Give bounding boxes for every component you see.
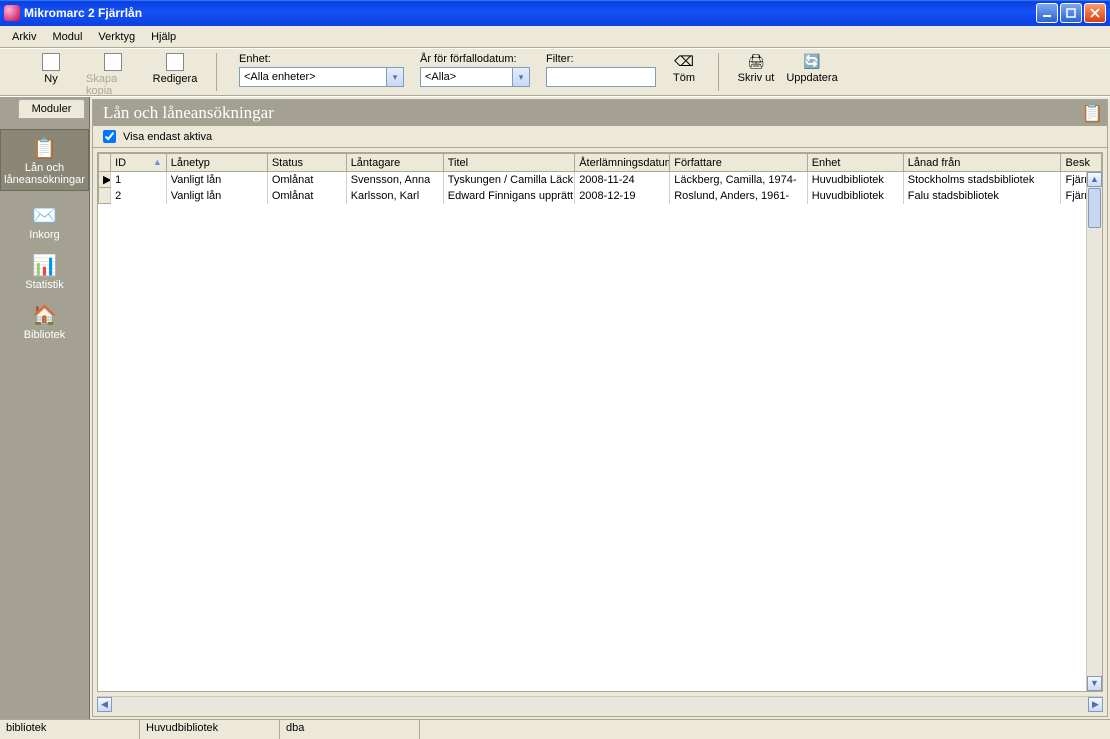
sidebar-item-loans[interactable]: 📋 Lån och låneansökningar <box>0 129 89 191</box>
active-only-label: Visa endast aktiva <box>123 131 212 143</box>
status-cell-3: dba <box>280 720 420 739</box>
chevron-down-icon[interactable]: ▾ <box>512 68 529 86</box>
row-marker-icon <box>99 188 111 204</box>
module-panel: Moduler 📋 Lån och låneansökningar ✉️ Ink… <box>0 97 90 719</box>
enhet-label: Enhet: <box>239 53 404 65</box>
refresh-button[interactable]: 🔄 Uppdatera <box>787 53 837 84</box>
row-marker-header <box>99 154 111 172</box>
col-forfattare[interactable]: Författare <box>670 154 808 172</box>
mail-icon: ✉️ <box>31 201 59 229</box>
table-row[interactable]: 2 Vanligt lån Omlånat Karlsson, Karl Edw… <box>99 188 1102 204</box>
toolbar-separator <box>216 53 217 91</box>
chevron-down-icon[interactable]: ▾ <box>386 68 403 86</box>
clear-icon: ⌫ <box>674 53 694 70</box>
status-cell-1: bibliotek <box>0 720 140 739</box>
filter-label: Filter: <box>546 53 656 65</box>
app-icon <box>4 5 20 21</box>
content-panel: Lån och låneansökningar 📋 Visa endast ak… <box>92 99 1108 717</box>
ar-label: År för förfallodatum: <box>420 53 530 65</box>
content-header: Lån och låneansökningar 📋 <box>93 100 1107 126</box>
enhet-combo[interactable]: <Alla enheter> ▾ <box>239 67 404 87</box>
col-titel[interactable]: Titel <box>443 154 574 172</box>
window-title: Mikromarc 2 Fjärrlån <box>24 6 142 20</box>
menu-modul[interactable]: Modul <box>44 29 90 45</box>
content-title: Lån och låneansökningar <box>103 103 274 123</box>
col-enhet[interactable]: Enhet <box>807 154 903 172</box>
table-row[interactable]: ▶ 1 Vanligt lån Omlånat Svensson, Anna T… <box>99 172 1102 188</box>
edit-icon <box>166 53 184 71</box>
ar-combo[interactable]: <Alla> ▾ <box>420 67 530 87</box>
vertical-scrollbar[interactable]: ▲ ▼ <box>1086 172 1102 691</box>
clear-button[interactable]: ⌫ Töm <box>664 53 704 84</box>
new-button[interactable]: Ny <box>24 53 78 85</box>
maximize-button[interactable] <box>1060 3 1082 23</box>
menu-bar: Arkiv Modul Verktyg Hjälp <box>0 26 1110 48</box>
sidebar-item-inbox[interactable]: ✉️ Inkorg <box>0 201 89 241</box>
print-icon: 🖨 <box>747 53 765 70</box>
toolbar: Ny Skapa kopia Redigera Enhet: <Alla enh… <box>0 48 1110 96</box>
module-tab[interactable]: Moduler <box>18 99 85 119</box>
active-only-checkbox[interactable] <box>103 130 116 143</box>
toolbar-separator <box>718 53 719 91</box>
new-icon <box>42 53 60 71</box>
minimize-button[interactable] <box>1036 3 1058 23</box>
sidebar-item-statistics[interactable]: 📊 Statistik <box>0 251 89 291</box>
table-header-row: ID▲ Lånetyp Status Låntagare Titel Återl… <box>99 154 1102 172</box>
col-id[interactable]: ID▲ <box>111 154 167 172</box>
col-besk[interactable]: Besk <box>1061 154 1102 172</box>
house-icon: 🏠 <box>31 301 59 329</box>
scroll-up-icon[interactable]: ▲ <box>1087 172 1102 187</box>
status-cell-empty <box>420 720 1110 739</box>
col-lanetyp[interactable]: Lånetyp <box>166 154 267 172</box>
refresh-icon: 🔄 <box>803 53 820 70</box>
clipboard-icon: 📋 <box>31 134 59 162</box>
col-lanad-fran[interactable]: Lånad från <box>903 154 1061 172</box>
scroll-left-icon[interactable]: ◀ <box>97 697 112 712</box>
menu-hjalp[interactable]: Hjälp <box>143 29 184 45</box>
chart-icon: 📊 <box>31 251 59 279</box>
copy-button: Skapa kopia <box>86 53 140 97</box>
notes-icon: 📋 <box>1081 103 1101 123</box>
copy-icon <box>104 53 122 71</box>
status-cell-2: Huvudbibliotek <box>140 720 280 739</box>
sidebar-item-library[interactable]: 🏠 Bibliotek <box>0 301 89 341</box>
menu-verktyg[interactable]: Verktyg <box>90 29 143 45</box>
print-button[interactable]: 🖨 Skriv ut <box>733 53 779 84</box>
edit-button[interactable]: Redigera <box>148 53 202 85</box>
scroll-down-icon[interactable]: ▼ <box>1087 676 1102 691</box>
col-lantagare[interactable]: Låntagare <box>346 154 443 172</box>
col-status[interactable]: Status <box>267 154 346 172</box>
sort-asc-icon: ▲ <box>153 157 162 167</box>
close-button[interactable] <box>1084 3 1106 23</box>
filter-input[interactable] <box>546 67 656 87</box>
status-bar: bibliotek Huvudbibliotek dba <box>0 719 1110 739</box>
col-aterlamning[interactable]: Återlämningsdatum <box>575 154 670 172</box>
data-grid: ID▲ Lånetyp Status Låntagare Titel Återl… <box>97 152 1103 692</box>
scroll-right-icon[interactable]: ▶ <box>1088 697 1103 712</box>
scroll-thumb[interactable] <box>1088 188 1101 228</box>
menu-arkiv[interactable]: Arkiv <box>4 29 44 45</box>
title-bar: Mikromarc 2 Fjärrlån <box>0 0 1110 26</box>
horizontal-scrollbar[interactable]: ◀ ▶ <box>97 696 1103 712</box>
row-marker-icon: ▶ <box>99 172 111 188</box>
